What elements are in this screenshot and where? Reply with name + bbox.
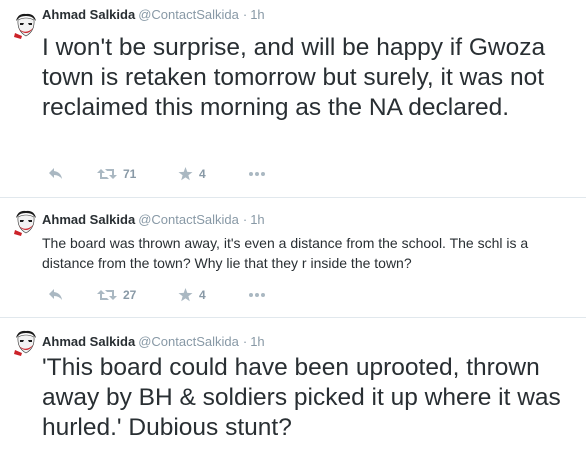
retweet-icon — [97, 290, 117, 300]
tweet-text: I won't be surprise, and will be happy i… — [42, 34, 546, 121]
avatar-joker-icon — [12, 11, 40, 39]
retweet-count: 71 — [123, 167, 137, 181]
favorite-button[interactable]: 4 — [178, 164, 206, 184]
retweet-button[interactable]: 27 — [97, 285, 136, 305]
favorite-button[interactable]: 4 — [178, 285, 206, 305]
header-separator: · — [242, 7, 248, 22]
star-icon — [178, 167, 193, 181]
tweet-actions: 27 4 — [0, 285, 300, 305]
reply-icon — [49, 289, 62, 300]
more-dots-icon — [249, 293, 265, 297]
avatar[interactable] — [12, 328, 40, 356]
author-fullname[interactable]: Ahmad Salkida — [42, 212, 135, 227]
tweet[interactable]: Ahmad Salkida @ContactSalkida · 1h The boar… — [0, 198, 586, 318]
tweet-timestamp[interactable]: 1h — [250, 7, 264, 22]
more-button[interactable] — [248, 285, 266, 305]
avatar[interactable] — [12, 11, 40, 39]
header-separator: · — [242, 212, 248, 227]
avatar[interactable] — [12, 208, 40, 236]
tweet-actions: 71 4 — [0, 164, 300, 184]
reply-button[interactable] — [48, 164, 64, 184]
tweet-timeline: Ahmad Salkida @ContactSalkida · 1h I won't … — [0, 0, 586, 453]
author-username[interactable]: @ContactSalkida — [138, 7, 239, 22]
tweet-timestamp[interactable]: 1h — [250, 334, 264, 349]
reply-button[interactable] — [48, 285, 64, 305]
star-icon — [178, 288, 193, 302]
tweet-header: Ahmad Salkida @ContactSalkida · 1h — [42, 212, 265, 228]
reply-icon — [49, 168, 62, 179]
avatar-joker-icon — [12, 328, 40, 356]
author-fullname[interactable]: Ahmad Salkida — [42, 7, 135, 22]
favorite-count: 4 — [199, 167, 206, 181]
author-username[interactable]: @ContactSalkida — [138, 212, 239, 227]
retweet-button[interactable]: 71 — [97, 164, 136, 184]
favorite-count: 4 — [199, 288, 206, 302]
tweet-text: The board was thrown away, it's even a d… — [42, 235, 529, 271]
more-button[interactable] — [248, 164, 266, 184]
tweet-timestamp[interactable]: 1h — [250, 212, 264, 227]
tweet-header: Ahmad Salkida @ContactSalkida · 1h — [42, 334, 265, 350]
tweet-header: Ahmad Salkida @ContactSalkida · 1h — [42, 7, 265, 23]
avatar-joker-icon — [12, 208, 40, 236]
header-separator: · — [242, 334, 248, 349]
more-dots-icon — [249, 172, 265, 176]
tweet[interactable]: Ahmad Salkida @ContactSalkida · 1h 'This bo… — [0, 318, 586, 458]
retweet-icon — [97, 169, 117, 179]
author-fullname[interactable]: Ahmad Salkida — [42, 334, 135, 349]
tweet-text: 'This board could have been uprooted, th… — [42, 354, 561, 441]
tweet[interactable]: Ahmad Salkida @ContactSalkida · 1h I won't … — [0, 0, 586, 198]
retweet-count: 27 — [123, 288, 137, 302]
author-username[interactable]: @ContactSalkida — [138, 334, 239, 349]
